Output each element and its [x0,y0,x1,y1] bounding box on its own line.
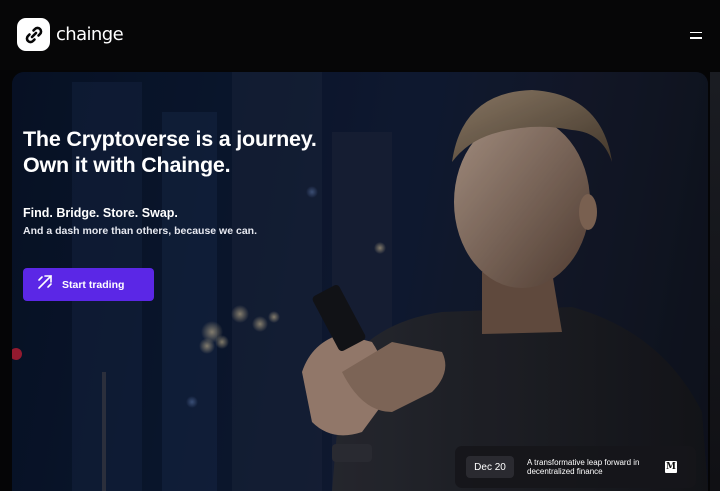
medium-icon[interactable]: M [665,461,677,473]
chainge-logo[interactable]: chainge [17,18,124,51]
headline-line-2: Own it with Chainge. [23,153,231,177]
headline-line-1: The Cryptoverse is a journey. [23,127,317,151]
chainge-logo-icon [17,18,50,51]
hero-banner: The Cryptoverse is a journey. Own it wit… [12,72,708,491]
news-card[interactable]: Dec 20 A transformative leap forward in … [455,446,696,488]
start-trading-button[interactable]: Start trading [23,268,154,301]
trading-arrow-icon [37,274,53,295]
hero-subhead: Find. Bridge. Store. Swap. [23,206,178,220]
news-title: A transformative leap forward in decentr… [527,458,640,476]
hero-subtext: And a dash more than others, because we … [23,225,257,237]
site-header: chainge [0,0,720,70]
hero-headline: The Cryptoverse is a journey. Own it wit… [23,126,423,178]
news-date-badge: Dec 20 [466,456,514,478]
hero-edge-strip [710,72,720,491]
hamburger-menu-icon[interactable] [686,28,706,42]
start-trading-label: Start trading [62,278,125,291]
logo-text: chainge [56,24,124,45]
